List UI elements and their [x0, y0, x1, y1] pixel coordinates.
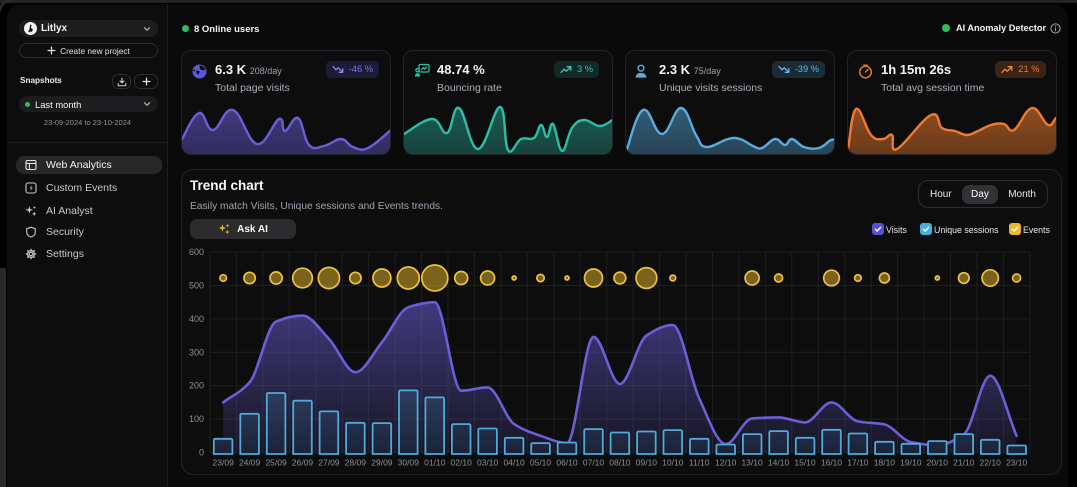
svg-text:18/10: 18/10	[874, 458, 896, 468]
svg-text:0: 0	[199, 448, 204, 458]
svg-text:100: 100	[189, 414, 204, 424]
svg-text:04/10: 04/10	[503, 458, 525, 468]
svg-text:16/10: 16/10	[821, 458, 843, 468]
svg-text:13/10: 13/10	[741, 458, 763, 468]
svg-text:21/10: 21/10	[953, 458, 975, 468]
svg-text:200: 200	[189, 381, 204, 391]
svg-text:300: 300	[189, 347, 204, 357]
svg-text:14/10: 14/10	[768, 458, 790, 468]
svg-text:03/10: 03/10	[477, 458, 499, 468]
svg-text:27/09: 27/09	[318, 458, 340, 468]
svg-text:23/09: 23/09	[213, 458, 235, 468]
svg-text:24/09: 24/09	[239, 458, 261, 468]
svg-text:19/10: 19/10	[900, 458, 922, 468]
svg-text:15/10: 15/10	[794, 458, 816, 468]
svg-text:400: 400	[189, 314, 204, 324]
svg-text:17/10: 17/10	[847, 458, 869, 468]
svg-text:26/09: 26/09	[292, 458, 314, 468]
svg-text:600: 600	[189, 247, 204, 257]
svg-text:07/10: 07/10	[583, 458, 605, 468]
svg-text:22/10: 22/10	[980, 458, 1002, 468]
svg-text:05/10: 05/10	[530, 458, 552, 468]
svg-text:25/09: 25/09	[265, 458, 287, 468]
svg-text:23/10: 23/10	[1006, 458, 1028, 468]
svg-text:09/10: 09/10	[636, 458, 658, 468]
svg-text:28/09: 28/09	[345, 458, 367, 468]
svg-text:12/10: 12/10	[715, 458, 737, 468]
svg-text:08/10: 08/10	[609, 458, 631, 468]
svg-text:20/10: 20/10	[927, 458, 949, 468]
svg-text:02/10: 02/10	[451, 458, 473, 468]
svg-text:29/09: 29/09	[371, 458, 393, 468]
svg-text:01/10: 01/10	[424, 458, 446, 468]
svg-text:500: 500	[189, 281, 204, 291]
svg-text:06/10: 06/10	[556, 458, 578, 468]
svg-text:10/10: 10/10	[662, 458, 684, 468]
svg-text:30/09: 30/09	[398, 458, 420, 468]
svg-text:11/10: 11/10	[689, 458, 710, 468]
